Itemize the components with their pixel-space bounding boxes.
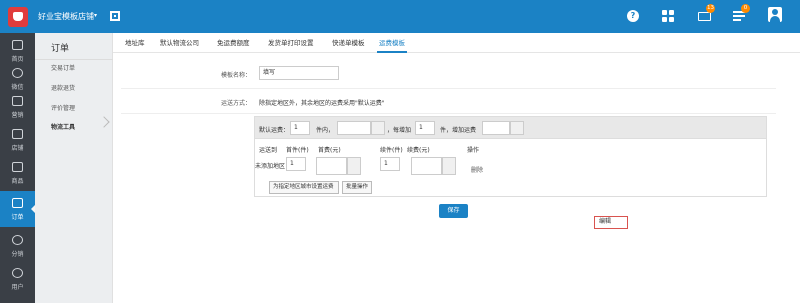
tab-default-carrier[interactable]: 默认物流公司 xyxy=(158,33,201,53)
user-avatar-icon[interactable] xyxy=(768,7,782,22)
default-first-fee-suffix xyxy=(371,121,385,135)
orders-icon xyxy=(12,198,23,208)
store-icon xyxy=(12,129,23,139)
batch-operation-button[interactable]: 批量操作 xyxy=(342,181,372,194)
default-add-fee-input[interactable] xyxy=(482,121,510,135)
chevron-down-icon[interactable]: ▾ xyxy=(94,12,97,19)
sidebar-item-store[interactable]: 店铺 xyxy=(0,122,35,158)
shopping-bag-icon xyxy=(12,162,23,172)
default-first-input[interactable]: 1 xyxy=(290,121,310,135)
col-first-fee: 首费(元) xyxy=(318,147,341,154)
delete-link[interactable]: 删除 xyxy=(471,165,483,174)
region-value: 未添加地区 xyxy=(255,163,286,170)
sidebar-item-users[interactable]: 用户 xyxy=(0,261,35,297)
subnav-item-reviews[interactable]: 评价管理 xyxy=(51,103,75,112)
tab-express-template[interactable]: 快递单模板 xyxy=(330,33,367,53)
fee-table: 默认运费： 1 件内， ，每增加 1 件，增加运费 运送到 首件(件) 首费(元… xyxy=(254,116,767,197)
sidebar-item-label: 店铺 xyxy=(11,145,24,152)
store-name[interactable]: 好业宝模板店铺 xyxy=(38,11,94,22)
main-sidebar: 首页 微信 营销 店铺 商品 订单 分销 用户 xyxy=(0,33,35,303)
tab-free-shipping[interactable]: 免运费额度 xyxy=(215,33,252,53)
mail-icon[interactable] xyxy=(698,12,711,21)
sidebar-item-orders[interactable]: 订单 xyxy=(0,191,35,227)
col-first: 首件(件) xyxy=(286,147,309,154)
tab-address-book[interactable]: 地址库 xyxy=(123,33,147,53)
template-name-input[interactable]: 填写 xyxy=(259,66,339,80)
default-fee-label: 默认运费： xyxy=(259,127,290,134)
gift-icon xyxy=(12,96,23,106)
shipping-method-row: 运送方式： 除指定地区外，其余地区的运费采用"默认运费" xyxy=(121,89,776,114)
top-bar: 好业宝模板店铺 ▾ ? 13 0 xyxy=(0,0,800,33)
set-city-fee-button[interactable]: 为指定地区城市设置运费 xyxy=(269,181,339,194)
sidebar-item-label: 商品 xyxy=(11,178,24,185)
shipping-method-label: 运送方式： xyxy=(220,100,251,107)
sub-navigation: 订单 交易订单 退款退货 评价管理 物流工具 xyxy=(35,33,113,303)
sidebar-item-label: 订单 xyxy=(11,214,24,221)
subnav-item-refunds[interactable]: 退款退货 xyxy=(51,83,75,92)
row-continue-input[interactable]: 1 xyxy=(380,157,400,171)
row-continue-fee-input[interactable] xyxy=(411,157,442,175)
edit-link[interactable]: 编辑 xyxy=(594,216,628,229)
col-continue-fee: 续费(元) xyxy=(407,147,430,154)
users-icon xyxy=(12,268,23,278)
default-add-input[interactable]: 1 xyxy=(415,121,435,135)
help-icon[interactable]: ? xyxy=(627,10,639,22)
sidebar-item-label: 用户 xyxy=(11,284,24,291)
row-continue-fee-suffix xyxy=(442,157,456,175)
pie-chart-icon xyxy=(12,235,23,245)
default-fee-row: 默认运费： 1 件内， ，每增加 1 件，增加运费 xyxy=(255,117,766,139)
unit-within-label: 件内， xyxy=(316,127,335,134)
sidebar-item-label: 营销 xyxy=(11,112,24,119)
divider xyxy=(35,59,113,60)
subnav-title: 订单 xyxy=(51,44,70,54)
unit-add-label: 件，增加运费 xyxy=(440,127,477,134)
template-name-row: 模板名称： 填写 xyxy=(121,57,776,89)
subnav-item-trade-orders[interactable]: 交易订单 xyxy=(51,63,75,72)
shipping-template-form: 模板名称： 填写 运送方式： 除指定地区外，其余地区的运费采用"默认运费" 默认… xyxy=(113,53,800,303)
each-add-label: ，每增加 xyxy=(387,127,412,134)
col-region: 运送到 xyxy=(259,147,278,154)
default-first-fee-input[interactable] xyxy=(337,121,371,135)
tab-invoice-print[interactable]: 发货单打印设置 xyxy=(266,33,316,53)
qr-code-icon[interactable] xyxy=(110,11,120,21)
sidebar-item-marketing[interactable]: 营销 xyxy=(0,89,35,125)
task-badge: 0 xyxy=(741,4,750,13)
mail-badge: 13 xyxy=(706,4,715,13)
sidebar-item-label: 分销 xyxy=(11,251,24,258)
col-action: 操作 xyxy=(467,147,480,154)
sidebar-item-distribution[interactable]: 分销 xyxy=(0,228,35,264)
store-logo[interactable] xyxy=(8,7,28,27)
wechat-icon xyxy=(12,68,23,78)
row-first-input[interactable]: 1 xyxy=(286,157,306,171)
row-first-fee-suffix xyxy=(347,157,361,175)
apps-grid-icon[interactable] xyxy=(662,10,674,22)
sidebar-item-products[interactable]: 商品 xyxy=(0,155,35,191)
default-add-fee-suffix xyxy=(510,121,524,135)
col-continue: 续件(件) xyxy=(380,147,403,154)
home-icon xyxy=(12,40,23,50)
template-name-label: 模板名称： xyxy=(220,72,251,79)
tab-bar: 地址库 默认物流公司 免运费额度 发货单打印设置 快递单模板 运费模板 xyxy=(113,33,800,53)
shipping-method-hint: 除指定地区外，其余地区的运费采用"默认运费" xyxy=(259,100,385,107)
tab-shipping-template[interactable]: 运费模板 xyxy=(377,33,407,53)
save-button[interactable]: 保存 xyxy=(439,204,468,218)
row-first-fee-input[interactable] xyxy=(316,157,347,175)
subnav-item-logistics[interactable]: 物流工具 xyxy=(51,122,75,131)
